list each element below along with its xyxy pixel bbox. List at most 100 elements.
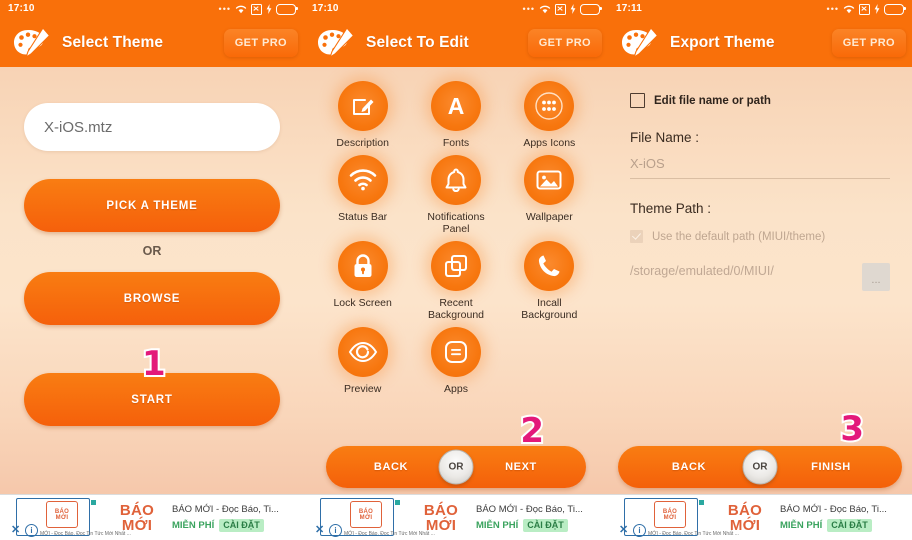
ad-install-button[interactable]: CÀI ĐẶT xyxy=(523,518,568,532)
get-pro-button[interactable]: GET PRO xyxy=(831,28,906,57)
default-path-row[interactable]: Use the default path (MIUI/theme) xyxy=(630,230,890,243)
status-icons: ••• xyxy=(523,3,602,15)
grid-item-label: Wallpaper xyxy=(525,211,573,224)
or-knob[interactable]: OR xyxy=(438,449,474,485)
grid-item-label: Lock Screen xyxy=(333,297,392,310)
battery-icon xyxy=(580,3,602,15)
status-time: 17:10 xyxy=(312,3,339,14)
edit-file-name-row[interactable]: Edit file name or path xyxy=(630,93,890,108)
edit-options-grid: Description A Fonts Apps Icons Status Ba… xyxy=(316,81,596,395)
ad-preview-image: BÁO MỚI ✕ i MỚI - Đọc Báo, Đọc Tin Tức M… xyxy=(608,495,739,540)
ad-title: BÁO MỚI - Đọc Báo, Ti... xyxy=(476,503,583,515)
or-knob[interactable]: OR xyxy=(742,449,778,485)
grid-item-label: Apps Icons xyxy=(523,137,576,149)
ad-title: BÁO MỚI - Đọc Báo, Ti... xyxy=(172,503,279,515)
status-icons: ••• xyxy=(827,3,906,15)
app-drawer-icon xyxy=(524,81,575,131)
status-bar: 17:10 ••• xyxy=(304,0,608,18)
edit-square-icon xyxy=(337,81,388,131)
list-rounded-icon xyxy=(430,327,481,378)
ad-thumb-line2: MỚI xyxy=(55,514,69,521)
palette-icon xyxy=(316,26,356,60)
ad-square-dot xyxy=(699,500,704,505)
ad-info-icon[interactable]: i xyxy=(633,524,646,537)
eye-icon xyxy=(337,327,388,378)
ad-close-icon[interactable]: ✕ xyxy=(619,525,628,536)
finish-button[interactable]: FINISH xyxy=(760,461,902,473)
ad-preview-image: BÁO MỚI ✕ i MỚI - Đọc Báo, Đọc Tin Tức M… xyxy=(304,495,435,540)
lock-icon xyxy=(337,241,388,292)
ad-thumb-logo: BÁO MỚI xyxy=(350,501,382,528)
back-button[interactable]: BACK xyxy=(618,461,760,473)
sim-x-icon xyxy=(555,3,566,15)
sim-x-icon xyxy=(251,3,262,15)
status-icons: ••• xyxy=(218,3,298,15)
grid-item-apps[interactable]: Apps xyxy=(409,327,502,395)
ad-free-label: MIỄN PHÍ xyxy=(780,519,823,531)
grid-item-label: Incall Background xyxy=(521,297,578,322)
grid-item-label: Description xyxy=(336,137,389,149)
get-pro-button[interactable]: GET PRO xyxy=(223,28,298,57)
bell-icon xyxy=(430,155,481,206)
browse-path-button[interactable]: ... xyxy=(862,263,890,291)
ad-title: BÁO MỚI - Đọc Báo, Ti... xyxy=(780,503,887,515)
grid-item-status-bar[interactable]: Status Bar xyxy=(316,155,409,235)
ad-close-icon[interactable]: ✕ xyxy=(11,525,20,536)
default-path-checkbox[interactable] xyxy=(630,230,643,243)
grid-item-recent-background[interactable]: Recent Background xyxy=(409,241,502,321)
ad-square-dot xyxy=(395,500,400,505)
next-button[interactable]: NEXT xyxy=(456,461,586,473)
grid-item-notifications-panel[interactable]: Notifications Panel xyxy=(409,155,502,235)
file-name-input[interactable]: X-iOS xyxy=(630,156,890,179)
ad-thumb-line2: MỚI xyxy=(663,514,677,521)
grid-item-description[interactable]: Description xyxy=(316,81,409,149)
theme-path-value[interactable]: /storage/emulated/0/MIUI/ xyxy=(630,263,852,280)
ad-micro-text: MỚI - Đọc Báo, Đọc Tin Tức Mới Nhất ... xyxy=(40,531,131,537)
get-pro-button[interactable]: GET PRO xyxy=(527,28,602,57)
letter-a-icon: A xyxy=(430,81,481,131)
app-bar: Export Theme GET PRO xyxy=(608,18,912,67)
ad-banner[interactable]: BÁO MỚI ✕ i MỚI - Đọc Báo, Đọc Tin Tức M… xyxy=(608,494,912,540)
theme-file-value: X-iOS.mtz xyxy=(44,118,113,136)
grid-item-lock-screen[interactable]: Lock Screen xyxy=(316,241,409,321)
file-name-label: File Name : xyxy=(630,130,700,145)
or-separator-label: OR xyxy=(142,244,162,258)
step-badge-1: 1 xyxy=(140,344,168,384)
ad-subline: MIỄN PHÍ CÀI ĐẶT xyxy=(476,518,604,532)
edit-options-grid-body: Description A Fonts Apps Icons Status Ba… xyxy=(304,67,608,494)
screen1-body: X-iOS.mtz PICK A THEME OR BROWSE 1 START xyxy=(0,67,304,494)
ad-logo-line1: BÁO xyxy=(423,501,459,519)
ad-subline: MIỄN PHÍ CÀI ĐẶT xyxy=(172,518,300,532)
default-path-label: Use the default path (MIUI/theme) xyxy=(652,230,826,243)
back-button[interactable]: BACK xyxy=(326,461,456,473)
ad-close-icon[interactable]: ✕ xyxy=(315,525,324,536)
ad-banner[interactable]: BÁO MỚI ✕ i MỚI - Đọc Báo, Đọc Tin Tức M… xyxy=(0,494,304,540)
ad-install-button[interactable]: CÀI ĐẶT xyxy=(219,518,264,532)
theme-path-row: /storage/emulated/0/MIUI/ ... xyxy=(630,263,890,291)
screen-export-theme: 17:11 ••• Export Theme GET PRO Edit file… xyxy=(608,0,912,540)
three-screenshot-strip: 17:10 ••• Select Theme GET PRO X-iOS.mtz… xyxy=(0,0,912,540)
pick-a-theme-button[interactable]: PICK A THEME xyxy=(24,179,280,232)
charging-bolt-icon xyxy=(570,4,576,14)
grid-item-empty xyxy=(503,327,596,395)
ad-info-icon[interactable]: i xyxy=(25,524,38,537)
edit-file-name-checkbox[interactable] xyxy=(630,93,645,108)
grid-item-fonts[interactable]: A Fonts xyxy=(409,81,502,149)
battery-icon xyxy=(884,3,906,15)
ad-text-block: BÁO MỚI - Đọc Báo, Ti... MIỄN PHÍ CÀI ĐẶ… xyxy=(470,504,608,532)
theme-file-field[interactable]: X-iOS.mtz xyxy=(24,103,280,151)
grid-item-incall-background[interactable]: Incall Background xyxy=(503,241,596,321)
app-bar: Select Theme GET PRO xyxy=(0,18,304,67)
app-bar: Select To Edit GET PRO xyxy=(304,18,608,67)
ad-banner[interactable]: BÁO MỚI ✕ i MỚI - Đọc Báo, Đọc Tin Tức M… xyxy=(304,494,608,540)
status-bar: 17:11 ••• xyxy=(608,0,912,18)
ad-text-block: BÁO MỚI - Đọc Báo, Ti... MIỄN PHÍ CÀI ĐẶ… xyxy=(166,504,304,532)
grid-item-preview[interactable]: Preview xyxy=(316,327,409,395)
ad-install-button[interactable]: CÀI ĐẶT xyxy=(827,518,872,532)
ad-info-icon[interactable]: i xyxy=(329,524,342,537)
page-title: Select Theme xyxy=(62,33,164,51)
grid-item-apps-icons[interactable]: Apps Icons xyxy=(503,81,596,149)
browse-button[interactable]: BROWSE xyxy=(24,272,280,325)
overflow-dots-icon: ••• xyxy=(218,3,231,14)
grid-item-wallpaper[interactable]: Wallpaper xyxy=(503,155,596,235)
